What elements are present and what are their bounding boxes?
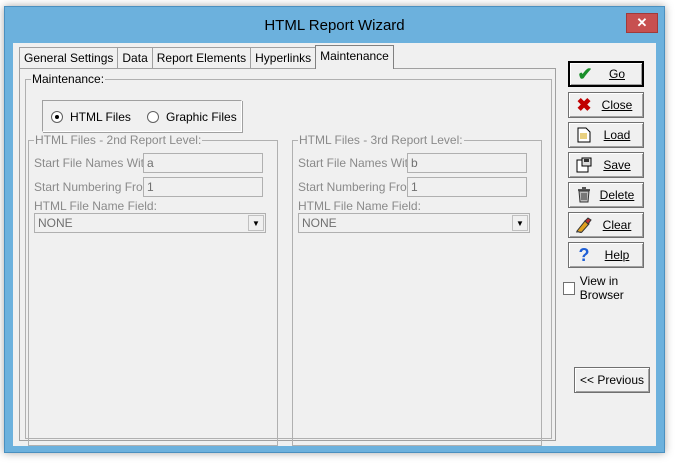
go-button-label: Go xyxy=(608,67,625,81)
level3-legend: HTML Files - 3rd Report Level: xyxy=(298,133,464,147)
chevron-down-icon[interactable]: ▼ xyxy=(248,215,264,231)
tab-hyperlinks[interactable]: Hyperlinks xyxy=(250,47,317,69)
level2-start-numbering-label: Start Numbering From: xyxy=(34,180,157,194)
level2-name-field-value: NONE xyxy=(38,216,73,230)
level3-start-numbering-label: Start Numbering From: xyxy=(298,180,421,194)
maintenance-panel: Maintenance: HTML Files Graphic Files HT… xyxy=(19,68,556,446)
maintenance-group: Maintenance: HTML Files Graphic Files HT… xyxy=(25,73,552,446)
load-button-label: Load xyxy=(603,128,631,142)
level2-name-field-select[interactable]: NONE ▼ xyxy=(34,213,266,233)
level3-group: HTML Files - 3rd Report Level: Start Fil… xyxy=(292,134,542,446)
window-title: HTML Report Wizard xyxy=(264,17,405,34)
tab-general-settings[interactable]: General Settings xyxy=(19,47,119,69)
level2-name-field-label: HTML File Name Field: xyxy=(34,199,157,213)
level3-name-field-value: NONE xyxy=(302,216,337,230)
level3-name-field-select[interactable]: NONE ▼ xyxy=(298,213,530,233)
delete-button[interactable]: Delete xyxy=(568,182,644,208)
level2-start-names-input[interactable]: a xyxy=(143,153,263,173)
eraser-icon xyxy=(573,215,595,235)
close-button-label: Close xyxy=(601,98,633,112)
level3-start-numbering-input[interactable]: 1 xyxy=(407,177,527,197)
view-in-browser-label: View in Browser xyxy=(579,274,624,302)
clear-button[interactable]: Clear xyxy=(568,212,644,238)
level2-start-numbering-input[interactable]: 1 xyxy=(143,177,263,197)
radio-graphic-label: Graphic Files xyxy=(166,110,237,124)
trash-icon xyxy=(573,185,595,205)
maintenance-legend: Maintenance: xyxy=(31,72,106,86)
delete-button-label: Delete xyxy=(599,188,635,202)
level2-group: HTML Files - 2nd Report Level: Start Fil… xyxy=(28,134,278,446)
window-close-button[interactable]: ✕ xyxy=(626,13,658,33)
help-button-label: Help xyxy=(604,248,630,262)
close-button[interactable]: ✖ Close xyxy=(568,92,644,118)
view-in-browser-checkbox[interactable]: View in Browser xyxy=(563,274,656,302)
wizard-window: HTML Report Wizard ✕ General Settings Da… xyxy=(4,6,665,453)
level3-start-names-label: Start File Names With: xyxy=(298,156,419,170)
load-button[interactable]: Load xyxy=(568,122,644,148)
help-button[interactable]: ? Help xyxy=(568,242,644,268)
file-type-radio-group: HTML Files Graphic Files xyxy=(42,100,242,132)
client-area: General Settings Data Report Elements Hy… xyxy=(13,43,656,446)
radio-html-files[interactable]: HTML Files xyxy=(51,110,131,124)
tab-strip: General Settings Data Report Elements Hy… xyxy=(19,45,394,69)
save-icon xyxy=(573,155,595,175)
level2-start-names-label: Start File Names With: xyxy=(34,156,155,170)
radio-graphic-files[interactable]: Graphic Files xyxy=(147,110,237,124)
radio-graphic-circle[interactable] xyxy=(147,111,159,123)
previous-button[interactable]: << Previous xyxy=(574,367,650,393)
question-icon: ? xyxy=(578,244,590,265)
radio-html-label: HTML Files xyxy=(70,110,131,124)
red-x-icon: ✖ xyxy=(576,94,592,115)
radio-html-circle[interactable] xyxy=(51,111,63,123)
save-button[interactable]: Save xyxy=(568,152,644,178)
previous-button-label: << Previous xyxy=(579,373,645,387)
title-bar[interactable]: HTML Report Wizard ✕ xyxy=(5,7,664,43)
level3-name-field-label: HTML File Name Field: xyxy=(298,199,421,213)
tab-maintenance[interactable]: Maintenance xyxy=(315,45,394,69)
level2-legend: HTML Files - 2nd Report Level: xyxy=(34,133,203,147)
clear-button-label: Clear xyxy=(602,218,632,232)
go-button[interactable]: ✔ Go xyxy=(568,61,644,87)
checkmark-icon: ✔ xyxy=(577,63,593,84)
tab-data[interactable]: Data xyxy=(117,47,153,69)
level3-start-names-input[interactable]: b xyxy=(407,153,527,173)
chevron-down-icon[interactable]: ▼ xyxy=(512,215,528,231)
document-icon xyxy=(573,125,595,145)
view-in-browser-box[interactable] xyxy=(563,281,575,295)
tab-report-elements[interactable]: Report Elements xyxy=(151,47,252,69)
save-button-label: Save xyxy=(603,158,631,172)
